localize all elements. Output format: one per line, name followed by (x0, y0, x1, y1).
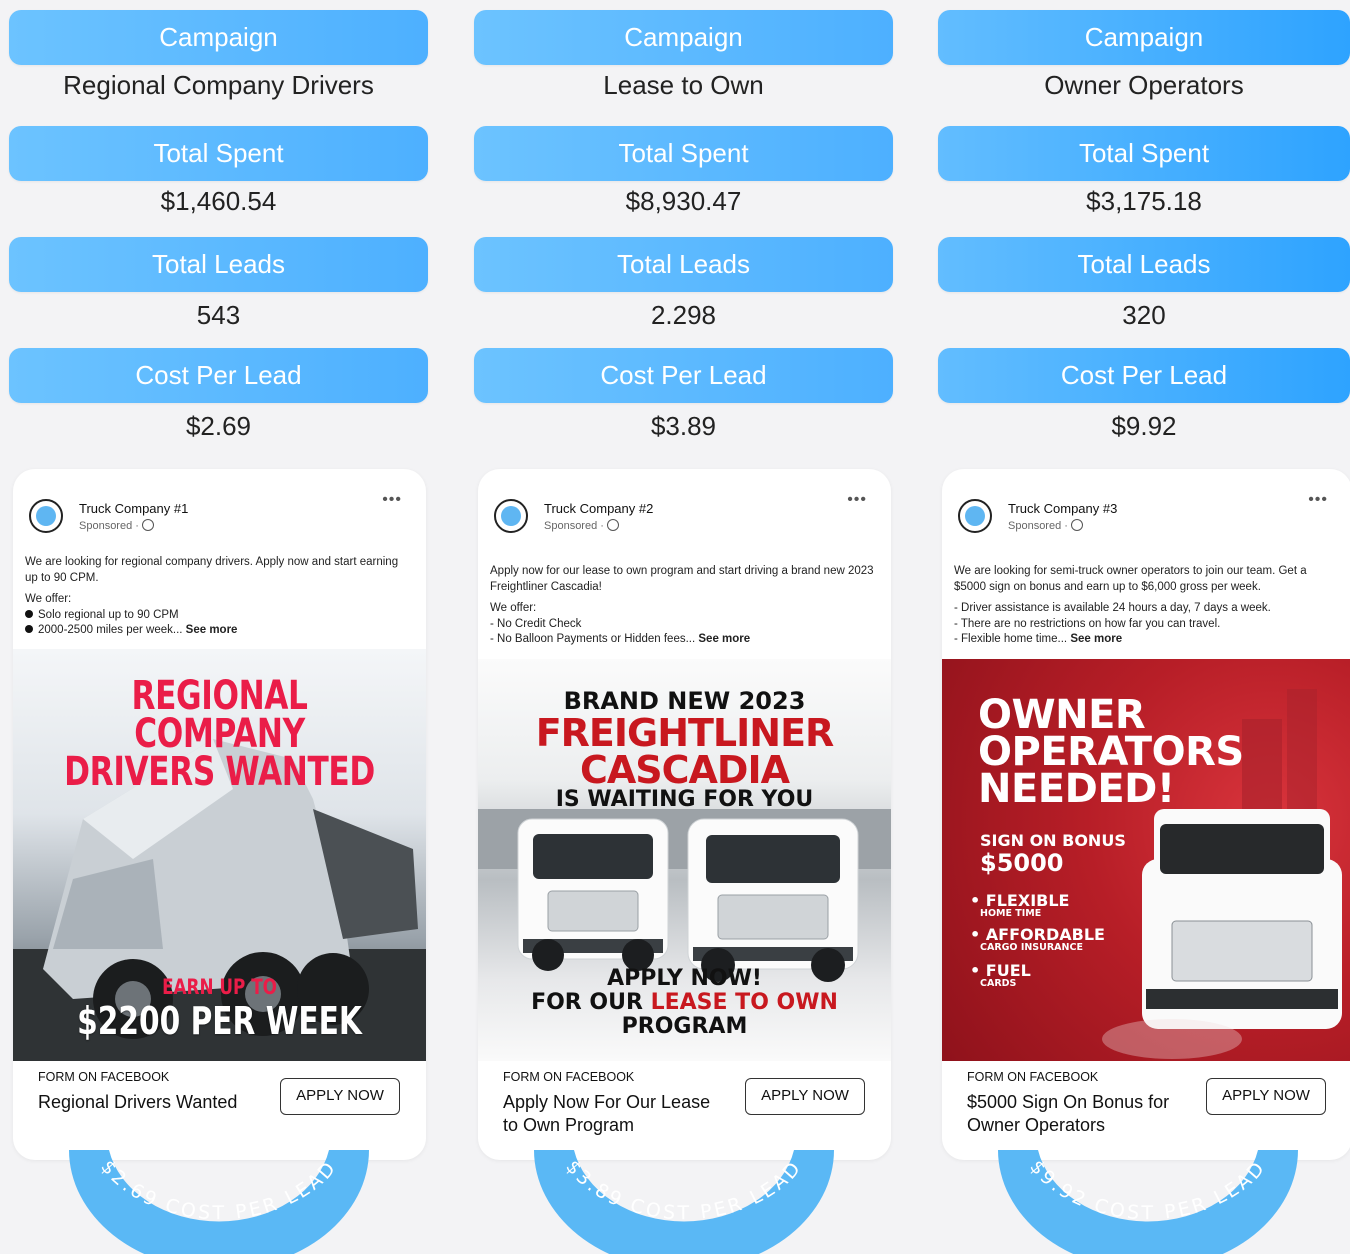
we-offer-label: We offer: (25, 593, 72, 605)
cost-per-lead-value: $2.69 (185, 411, 252, 441)
see-more-link[interactable]: See more (1070, 633, 1122, 645)
cost-per-lead-badge: $9.92 COST PER LEAD (998, 1150, 1298, 1254)
globe-icon (141, 519, 154, 531)
campaign-header: Campaign (9, 10, 428, 65)
we-offer-label: We offer: (490, 602, 537, 614)
sponsored-label: Sponsored · (1008, 519, 1083, 532)
bonus-label: SIGN ON BONUS (980, 831, 1126, 850)
bonus-value: $5000 (980, 849, 1064, 877)
cost-per-lead-header: Cost Per Lead (9, 348, 428, 403)
apply-now-button[interactable]: APPLY NOW (280, 1078, 400, 1115)
creative-headline: OWNER OPERATORS NEEDED! (978, 692, 1244, 812)
cost-per-lead-badge: $2.69 COST PER LEAD (69, 1150, 369, 1254)
creative-cta-text: APPLY NOW! FOR OUR LEASE TO OWN PROGRAM (531, 966, 838, 1039)
globe-icon (606, 519, 619, 531)
cost-per-lead-badge: $3.89 COST PER LEAD (534, 1150, 834, 1254)
post-intro: We are looking for semi-truck owner oper… (954, 565, 1307, 593)
cost-per-lead-header: Cost Per Lead (938, 348, 1350, 403)
globe-icon (1070, 519, 1083, 531)
offer-item: - No Credit Check (490, 617, 582, 630)
total-spent-value: $8,930.47 (625, 186, 742, 216)
company-name[interactable]: Truck Company #2 (544, 501, 653, 516)
post-intro: Apply now for our lease to own program a… (490, 565, 874, 593)
creative-subline: IS WAITING FOR YOU (555, 787, 814, 812)
total-spent-value: $1,460.54 (160, 186, 277, 216)
cta-title: $5000 Sign On Bonus for Owner Operators (967, 1092, 1170, 1135)
see-more-link[interactable]: See more (698, 633, 750, 645)
total-spent-header: Total Spent (938, 126, 1350, 181)
post-text: Apply now for our lease to own program a… (490, 564, 877, 648)
post-text: We are looking for semi-truck owner oper… (954, 564, 1338, 648)
total-leads-value: 2.298 (650, 300, 717, 330)
bullet-icon (25, 625, 33, 633)
offer-item: - There are no restrictions on how far y… (954, 617, 1221, 630)
more-options-icon[interactable]: ••• (382, 491, 402, 509)
campaign-name: Owner Operators (1044, 70, 1244, 100)
creative-subline: EARN UP TO (162, 975, 277, 999)
form-on-facebook-label: FORM ON FACEBOOK (503, 1070, 635, 1084)
avatar[interactable] (958, 499, 992, 533)
creative-pay: $2200 PER WEEK (77, 999, 362, 1043)
form-on-facebook-label: FORM ON FACEBOOK (967, 1070, 1099, 1084)
company-name[interactable]: Truck Company #1 (79, 501, 188, 516)
ad-creative-image[interactable]: REGIONAL COMPANY DRIVERS WANTED EARN UP T… (13, 649, 426, 1061)
offer-item: - Flexible home time... See more (954, 633, 1123, 645)
sponsored-label: Sponsored · (79, 519, 154, 532)
campaign-name: Lease to Own (603, 70, 764, 100)
avatar[interactable] (29, 499, 63, 533)
total-spent-header: Total Spent (474, 126, 893, 181)
sponsored-label: Sponsored · (544, 519, 619, 532)
ad-creative-image[interactable]: BRAND NEW 2023 FREIGHTLINER CASCADIA IS W… (478, 659, 891, 1061)
company-name[interactable]: Truck Company #3 (1008, 501, 1117, 516)
apply-now-button[interactable]: APPLY NOW (745, 1078, 865, 1115)
total-leads-value: 543 (196, 300, 241, 330)
offer-item: 2000-2500 miles per week... See more (25, 623, 412, 639)
campaign-header: Campaign (938, 10, 1350, 65)
apply-now-button[interactable]: APPLY NOW (1206, 1078, 1326, 1115)
avatar[interactable] (494, 499, 528, 533)
total-leads-header: Total Leads (9, 237, 428, 292)
total-leads-value: 320 (1122, 300, 1166, 330)
post-text: We are looking for regional company driv… (25, 555, 412, 639)
more-options-icon[interactable]: ••• (1308, 491, 1328, 509)
cta-title: Regional Drivers Wanted (38, 1092, 238, 1112)
post-intro: We are looking for regional company driv… (25, 556, 399, 584)
facebook-ad-card: Truck Company #1 Sponsored · ••• We are … (13, 469, 426, 1160)
feature-fuel: • FUEL CARDS (970, 961, 1031, 989)
campaign-header: Campaign (474, 10, 893, 65)
offer-item: - Driver assistance is available 24 hour… (954, 602, 1271, 614)
facebook-ad-card: Truck Company #3 Sponsored · ••• We are … (942, 469, 1350, 1160)
total-leads-header: Total Leads (938, 237, 1350, 292)
offer-item: Solo regional up to 90 CPM (25, 608, 412, 624)
offer-item: - No Balloon Payments or Hidden fees... … (490, 633, 751, 645)
bullet-icon (25, 609, 33, 618)
creative-headline: FREIGHTLINER CASCADIA (535, 711, 835, 792)
cost-per-lead-header: Cost Per Lead (474, 348, 893, 403)
total-spent-header: Total Spent (9, 126, 428, 181)
cta-title: Apply Now For Our Lease to Own Program (503, 1092, 711, 1135)
ad-creative-image[interactable]: OWNER OPERATORS NEEDED! SIGN ON BONUS $5… (942, 659, 1350, 1061)
cost-per-lead-value: $9.92 (1111, 411, 1177, 441)
feature-affordable: • AFFORDABLE CARGO INSURANCE (970, 925, 1105, 953)
more-options-icon[interactable]: ••• (847, 491, 867, 509)
cost-per-lead-value: $3.89 (650, 411, 717, 441)
total-spent-value: $3,175.18 (1086, 186, 1202, 216)
form-on-facebook-label: FORM ON FACEBOOK (38, 1070, 170, 1084)
total-leads-header: Total Leads (474, 237, 893, 292)
campaign-name: Regional Company Drivers (63, 70, 374, 100)
feature-flexible: • FLEXIBLE HOME TIME (970, 891, 1070, 919)
see-more-link[interactable]: See more (186, 624, 238, 636)
creative-headline: REGIONAL COMPANY DRIVERS WANTED (64, 673, 375, 795)
facebook-ad-card: Truck Company #2 Sponsored · ••• Apply n… (478, 469, 891, 1160)
